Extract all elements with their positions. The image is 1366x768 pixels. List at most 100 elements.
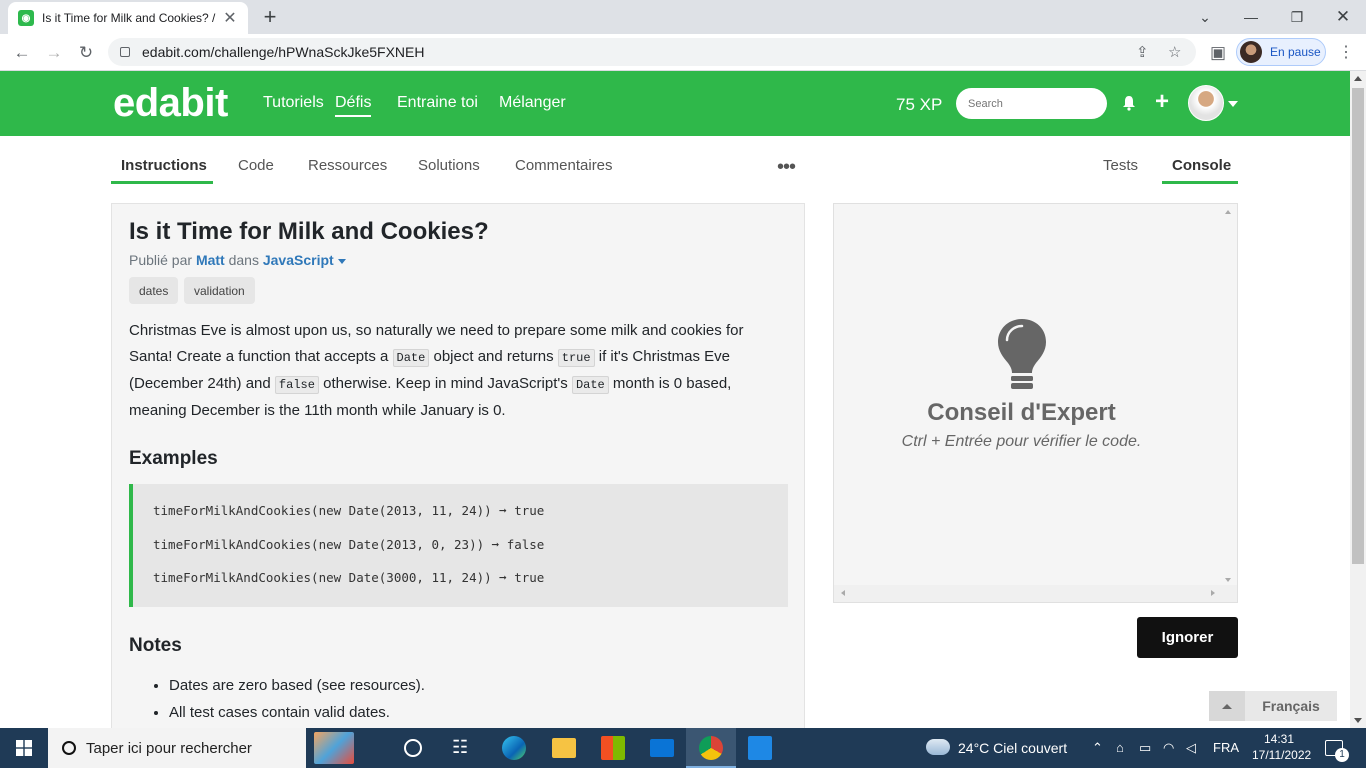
close-tab-icon[interactable]: ✕ [222, 8, 238, 28]
byline: Publié par Matt dans JavaScript [129, 252, 346, 268]
chevron-down-icon[interactable] [1228, 101, 1238, 107]
tray-meet-icon[interactable]: ⌂ [1116, 740, 1124, 755]
browser-tab[interactable]: ◉ Is it Time for Milk and Cookies? / ✕ [8, 2, 248, 34]
cortana-icon[interactable] [404, 739, 422, 757]
console-vertical-scrollbar[interactable] [1221, 204, 1237, 586]
language-link[interactable]: JavaScript [263, 252, 334, 268]
chevron-up-icon[interactable] [1209, 691, 1245, 721]
store-icon[interactable] [601, 736, 625, 760]
nav-melanger[interactable]: Mélanger [499, 94, 566, 112]
notes-list: Dates are zero based (see resources). Al… [169, 677, 425, 731]
scroll-up-icon[interactable] [1225, 210, 1231, 214]
scroll-right-icon[interactable] [1211, 590, 1215, 596]
profile-button[interactable]: En pause [1236, 38, 1326, 66]
tab-code[interactable]: Code [238, 157, 274, 174]
notification-badge: 1 [1335, 748, 1349, 762]
back-icon[interactable]: ← [8, 39, 36, 67]
console-panel: Conseil d'Expert Ctrl + Entrée pour véri… [833, 203, 1238, 603]
note-item: All test cases contain valid dates. [169, 704, 425, 721]
nav-defis[interactable]: Défis [335, 94, 372, 117]
tab-instructions[interactable]: Instructions [121, 157, 207, 174]
taskbar-search-placeholder: Taper ici pour rechercher [86, 739, 252, 757]
profile-label: En pause [1270, 45, 1321, 59]
chrome-taskbar-button[interactable] [686, 728, 736, 768]
video-editor-icon[interactable] [748, 736, 772, 760]
xp-counter[interactable]: 75 XP [896, 95, 942, 115]
weather-cloud-icon [926, 739, 950, 755]
inline-code-false: false [274, 376, 319, 394]
scroll-left-icon[interactable] [841, 590, 845, 596]
ignore-button[interactable]: Ignorer [1137, 617, 1238, 658]
bell-icon[interactable] [1121, 95, 1137, 111]
tag-validation[interactable]: validation [184, 277, 255, 304]
nav-tutoriels[interactable]: Tutoriels [263, 94, 324, 112]
nav-entraine-toi[interactable]: Entraine toi [397, 94, 478, 112]
tab-search-chevron-icon[interactable]: ⌄ [1182, 0, 1228, 34]
edge-icon[interactable] [502, 736, 526, 760]
tray-chevron-icon[interactable]: ⌃ [1092, 740, 1103, 756]
search-highlight-icon[interactable] [314, 732, 354, 764]
scroll-down-icon[interactable] [1225, 578, 1231, 582]
side-panel-icon[interactable]: ▣ [1204, 39, 1232, 67]
maximize-icon[interactable]: ❐ [1274, 0, 1320, 34]
taskbar-search[interactable]: Taper ici pour rechercher [48, 728, 354, 768]
battery-icon[interactable]: ▭ [1139, 740, 1151, 756]
bookmark-star-icon[interactable]: ☆ [1168, 38, 1181, 66]
author-link[interactable]: Matt [196, 252, 225, 268]
share-icon[interactable]: ⇪ [1136, 38, 1149, 66]
tab-commentaires[interactable]: Commentaires [515, 157, 613, 174]
close-window-icon[interactable]: ✕ [1320, 0, 1366, 34]
tab-console[interactable]: Console [1172, 157, 1231, 174]
note-item: Dates are zero based (see resources). [169, 677, 425, 694]
forward-icon[interactable]: → [40, 39, 68, 67]
tag-dates[interactable]: dates [129, 277, 179, 304]
file-explorer-icon[interactable] [552, 738, 576, 758]
in-label: dans [228, 252, 259, 268]
examples-heading: Examples [129, 448, 218, 469]
challenge-title: Is it Time for Milk and Cookies? [129, 218, 489, 245]
volume-icon[interactable]: ◁ [1186, 740, 1196, 756]
task-view-icon[interactable]: ☷ [452, 737, 476, 761]
console-horizontal-scrollbar[interactable] [834, 585, 1237, 602]
browser-menu-icon[interactable]: ⋮ [1338, 42, 1354, 62]
profile-avatar [1240, 41, 1262, 63]
scroll-up-icon[interactable] [1354, 76, 1362, 81]
input-language[interactable]: FRA [1213, 740, 1239, 755]
inline-code-true: true [557, 349, 595, 367]
user-avatar[interactable] [1188, 85, 1224, 121]
tab-ressources[interactable]: Ressources [308, 157, 387, 174]
active-tab-underline-console [1162, 181, 1238, 184]
wifi-icon[interactable]: ◠ [1163, 740, 1174, 756]
page-scrollbar[interactable] [1350, 71, 1366, 728]
new-tab-icon[interactable]: + [258, 4, 282, 30]
system-clock[interactable]: 14:31 17/11/2022 [1252, 731, 1312, 763]
challenge-description: Christmas Eve is almost upon us, so natu… [129, 318, 789, 424]
tab-solutions[interactable]: Solutions [418, 157, 480, 174]
site-header: edabit Tutoriels Défis Entraine toi Méla… [0, 71, 1350, 136]
more-tabs-icon[interactable]: ••• [777, 156, 796, 179]
site-search-input[interactable] [956, 88, 1107, 119]
lightbulb-icon [998, 319, 1046, 389]
address-bar[interactable]: edabit.com/challenge/hPWnaSckJke5FXNEH ⇪… [108, 38, 1196, 66]
reload-icon[interactable]: ↻ [72, 39, 100, 67]
scrollbar-thumb[interactable] [1352, 88, 1364, 564]
weather-text[interactable]: 24°C Ciel couvert [958, 740, 1067, 756]
clock-time: 14:31 [1263, 732, 1295, 746]
edabit-favicon-icon: ◉ [18, 10, 34, 26]
language-selector-label: Français [1262, 698, 1320, 714]
browser-toolbar: ← → ↻ edabit.com/challenge/hPWnaSckJke5F… [0, 34, 1366, 71]
tab-title: Is it Time for Milk and Cookies? / [42, 11, 216, 25]
clock-date: 17/11/2022 [1252, 748, 1312, 762]
example-line: timeForMilkAndCookies(new Date(2013, 11,… [153, 503, 545, 518]
desc-text-4: otherwise. Keep in mind JavaScript's [323, 375, 568, 392]
add-icon[interactable]: + [1155, 88, 1169, 116]
windows-start-icon[interactable] [16, 740, 32, 756]
language-dropdown-icon[interactable] [337, 258, 346, 264]
mail-icon[interactable] [650, 739, 674, 757]
tab-tests[interactable]: Tests [1103, 157, 1138, 174]
minimize-icon[interactable]: — [1228, 0, 1274, 34]
language-selector[interactable]: Français [1209, 691, 1337, 721]
site-logo[interactable]: edabit [113, 81, 228, 126]
scroll-down-icon[interactable] [1354, 718, 1362, 723]
notes-heading: Notes [129, 635, 182, 656]
